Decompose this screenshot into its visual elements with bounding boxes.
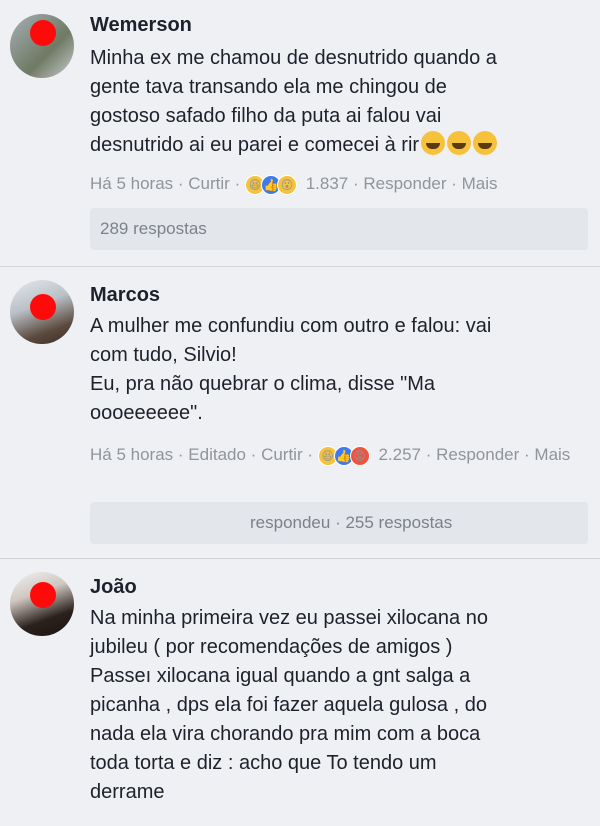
timestamp: Há 5 horas (90, 174, 174, 193)
more-link[interactable]: Mais (534, 445, 570, 464)
comment-text: Na minha primeira vez eu passei xilocana… (90, 607, 488, 803)
commenter-name[interactable]: João (90, 576, 137, 599)
comment-text: A mulher me confundiu com outro e falou:… (90, 315, 492, 424)
commenter-name[interactable]: Wemerson (90, 14, 192, 37)
avatar[interactable] (10, 14, 74, 78)
comment-meta: Há 5 horas · Curtir · 😆 👍 😮 1.837 · Resp… (90, 174, 498, 195)
replies-button[interactable]: 289 respostas (90, 208, 588, 250)
comment-text: Minha ex me chamou de desnutrido quando … (90, 47, 498, 156)
divider (0, 266, 600, 267)
laughing-tears-icon (447, 131, 472, 155)
reaction-icons[interactable]: 😆 👍 😮 (244, 174, 301, 195)
avatar[interactable] (10, 280, 74, 344)
wow-icon: 😮 (276, 174, 297, 195)
angry-icon: 😡 (349, 445, 370, 466)
reply-link[interactable]: Responder (436, 445, 519, 464)
edited-label: Editado (188, 445, 246, 464)
reply-link[interactable]: Responder (363, 174, 446, 193)
replies-button[interactable]: respondeu · 255 respostas (90, 502, 588, 544)
timestamp: Há 5 horas (90, 445, 174, 464)
more-link[interactable]: Mais (462, 174, 498, 193)
redaction-mark (30, 294, 56, 320)
divider (0, 558, 600, 559)
redaction-mark (30, 582, 56, 608)
laughing-tears-icon (473, 131, 498, 155)
reaction-icons[interactable]: 😆 👍 😡 (317, 445, 374, 466)
like-link[interactable]: Curtir (188, 174, 230, 193)
redaction-mark (30, 20, 56, 46)
reaction-count[interactable]: 2.257 (378, 445, 421, 464)
avatar[interactable] (10, 572, 74, 636)
laughing-tears-icon (421, 131, 446, 155)
like-link[interactable]: Curtir (261, 445, 303, 464)
commenter-name[interactable]: Marcos (90, 284, 160, 307)
comment-meta: Há 5 horas · Editado · Curtir · 😆 👍 😡 2.… (90, 445, 571, 466)
reaction-count[interactable]: 1.837 (306, 174, 349, 193)
